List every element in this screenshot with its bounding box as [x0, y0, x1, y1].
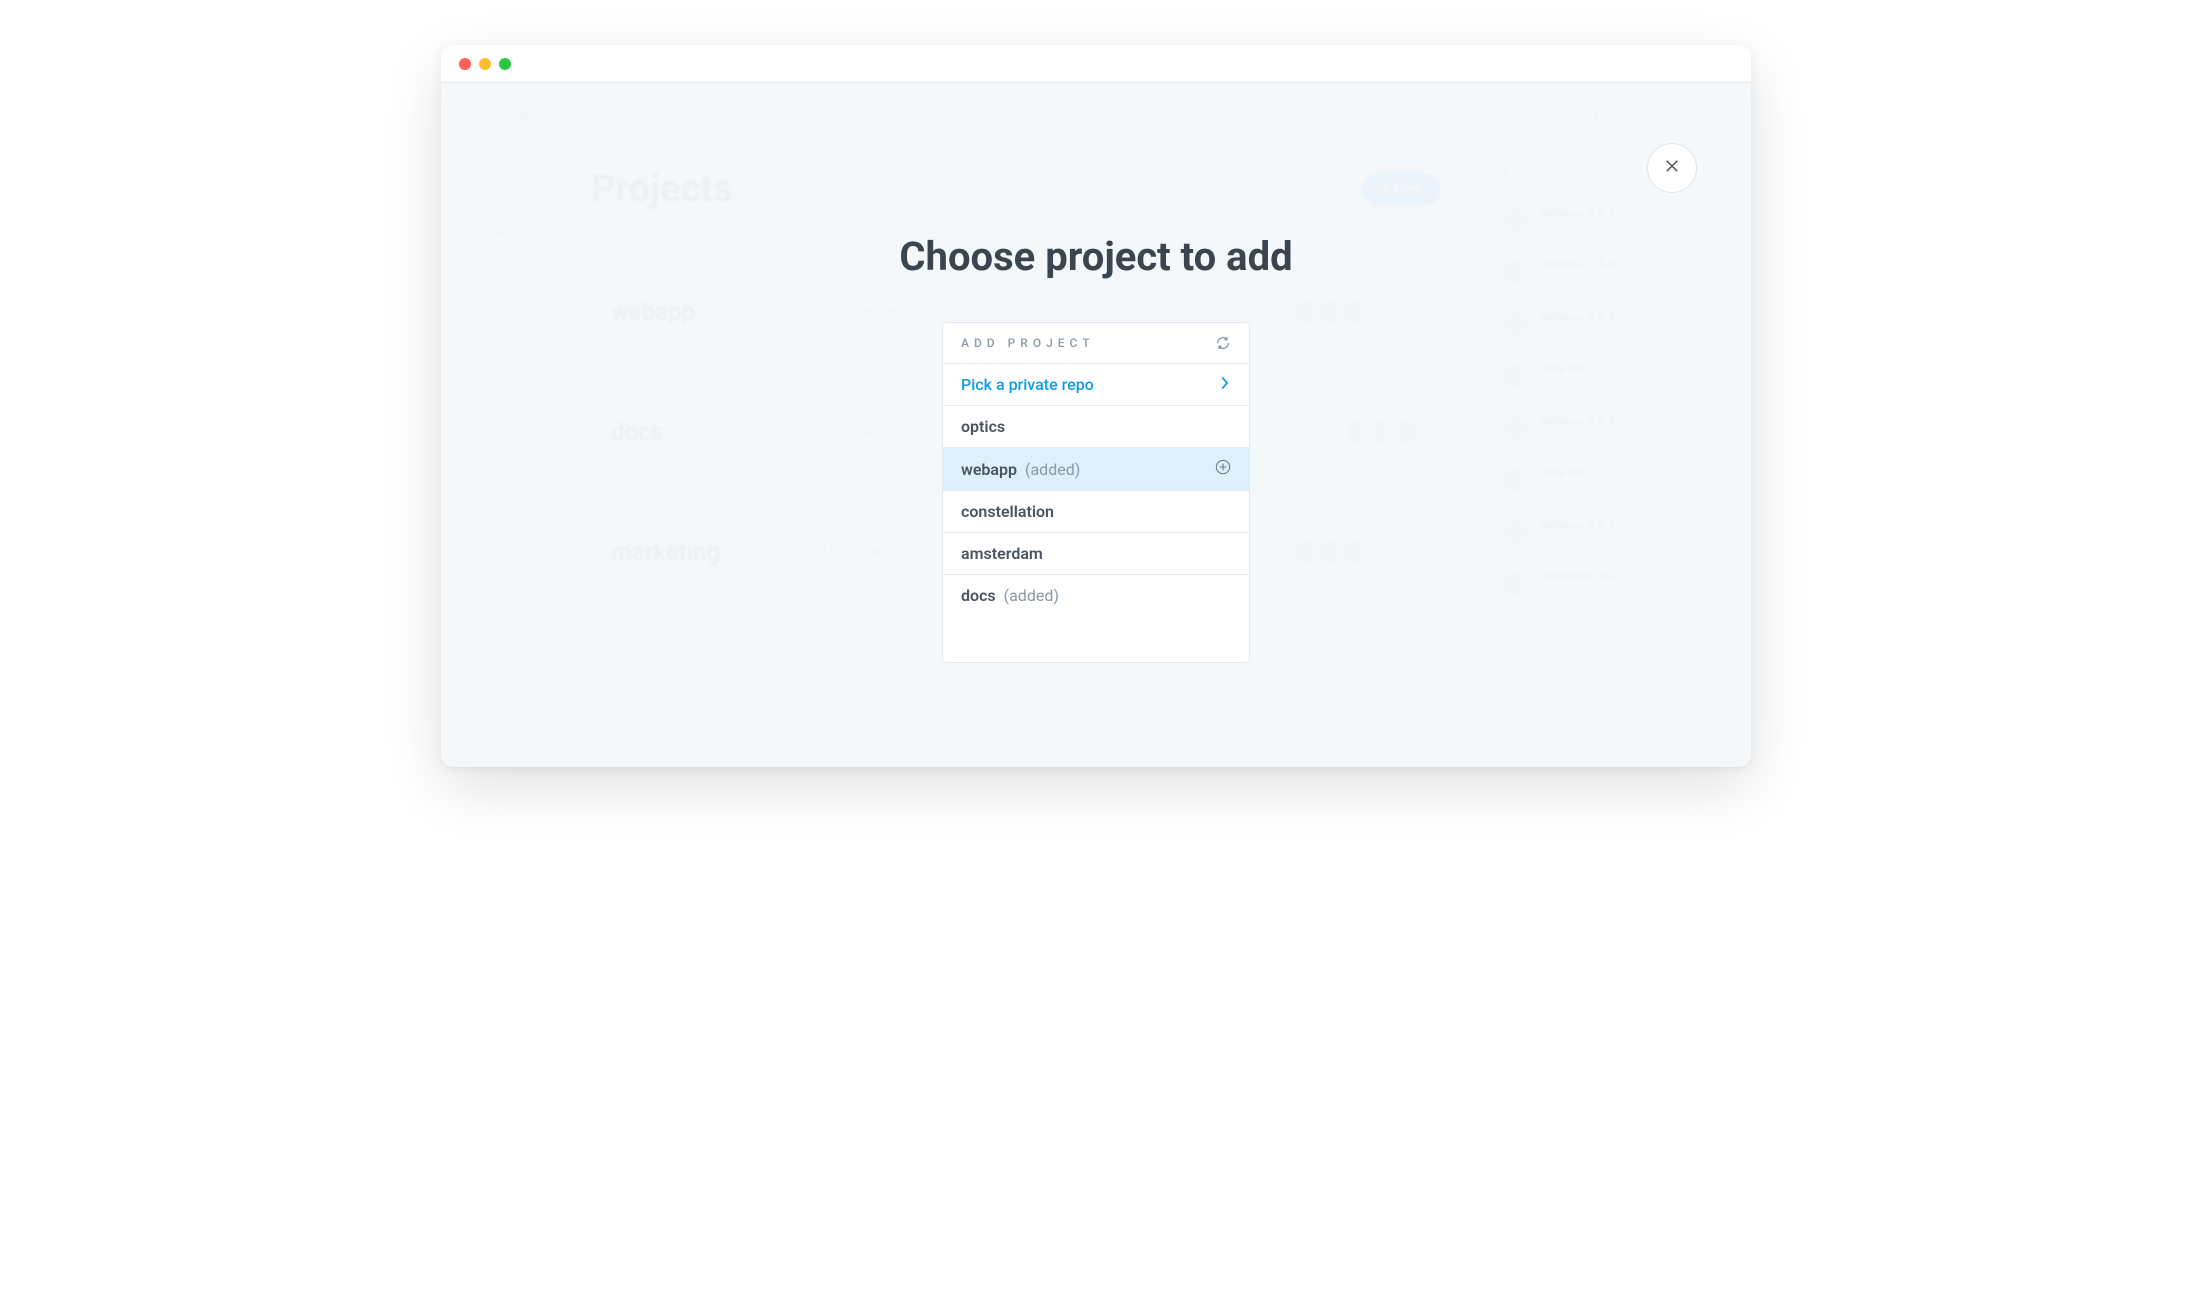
- app-window: hellonext Docs Changelog Projects: [441, 45, 1751, 767]
- panel-header: ADD PROJECT: [943, 323, 1249, 364]
- modal-overlay: Choose project to add ADD PROJECT Pick a…: [441, 83, 1751, 767]
- modal-title: Choose project to add: [899, 233, 1292, 280]
- repo-row-webapp[interactable]: webapp (added): [943, 448, 1249, 491]
- window-minimize-button[interactable]: [479, 58, 491, 70]
- repo-row-optics[interactable]: optics: [943, 406, 1249, 448]
- repo-row-constellation[interactable]: constellation: [943, 491, 1249, 533]
- repo-row-docs[interactable]: docs (added): [943, 575, 1249, 616]
- added-suffix: (added): [1000, 586, 1059, 605]
- window-maximize-button[interactable]: [499, 58, 511, 70]
- add-project-panel: ADD PROJECT Pick a private repo optics we…: [942, 322, 1250, 663]
- repo-name: docs: [961, 586, 996, 605]
- pick-private-repo-row[interactable]: Pick a private repo: [943, 364, 1249, 406]
- close-icon: [1663, 157, 1681, 179]
- window-titlebar: [441, 45, 1751, 83]
- repo-name: amsterdam: [961, 544, 1043, 563]
- panel-footer: [943, 616, 1249, 662]
- panel-header-label: ADD PROJECT: [961, 336, 1095, 350]
- repo-name: constellation: [961, 502, 1054, 521]
- private-repo-label: Pick a private repo: [961, 375, 1094, 394]
- repo-name: webapp: [961, 460, 1017, 479]
- app-body: hellonext Docs Changelog Projects: [441, 83, 1751, 767]
- refresh-icon[interactable]: [1215, 335, 1231, 351]
- traffic-lights: [459, 58, 511, 70]
- close-button[interactable]: [1647, 143, 1697, 193]
- chevron-right-icon: [1219, 375, 1231, 394]
- window-close-button[interactable]: [459, 58, 471, 70]
- repo-row-amsterdam[interactable]: amsterdam: [943, 533, 1249, 575]
- repo-name: optics: [961, 417, 1005, 436]
- added-suffix: (added): [1021, 460, 1080, 479]
- plus-circle-icon: [1215, 459, 1231, 479]
